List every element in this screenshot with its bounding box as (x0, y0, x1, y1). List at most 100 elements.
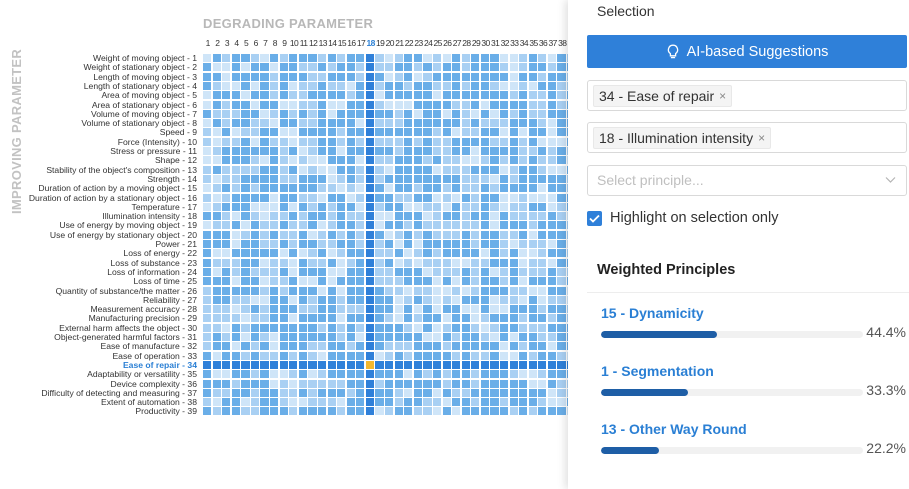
matrix-cell[interactable] (519, 323, 528, 332)
matrix-cell[interactable] (260, 295, 269, 304)
matrix-cell[interactable] (480, 81, 489, 90)
matrix-cell[interactable] (461, 240, 470, 249)
matrix-cell[interactable] (317, 388, 327, 397)
matrix-cell[interactable] (413, 370, 422, 379)
matrix-cell[interactable] (356, 72, 365, 81)
matrix-cell[interactable] (538, 388, 547, 397)
matrix-cell[interactable] (509, 230, 518, 239)
matrix-cell[interactable] (547, 156, 557, 165)
matrix-cell[interactable] (250, 100, 260, 109)
matrix-cell[interactable] (432, 165, 442, 174)
matrix-cell[interactable] (490, 323, 499, 332)
matrix-cell[interactable] (509, 370, 518, 379)
matrix-cell[interactable] (423, 314, 432, 323)
matrix-cell[interactable] (519, 147, 528, 156)
matrix-cell[interactable] (423, 407, 432, 416)
matrix-cell[interactable] (490, 54, 499, 63)
matrix-cell[interactable] (423, 240, 432, 249)
matrix-cell[interactable] (250, 398, 260, 407)
matrix-cell[interactable] (519, 267, 528, 276)
chip-remove-icon[interactable]: × (719, 89, 726, 103)
matrix-cell[interactable] (270, 360, 279, 369)
matrix-cell[interactable] (222, 63, 231, 72)
matrix-cell[interactable] (413, 109, 422, 118)
matrix-cell[interactable] (413, 379, 422, 388)
matrix-cell[interactable] (509, 165, 518, 174)
matrix-cell[interactable] (241, 249, 250, 258)
matrix-cell[interactable] (356, 221, 365, 230)
matrix-cell[interactable] (432, 221, 442, 230)
matrix-cell[interactable] (279, 258, 288, 267)
matrix-cell[interactable] (317, 147, 327, 156)
matrix-cell[interactable] (519, 342, 528, 351)
matrix-cell[interactable] (289, 202, 298, 211)
matrix-cell[interactable] (432, 230, 442, 239)
matrix-cell[interactable] (519, 249, 528, 258)
matrix-cell[interactable] (356, 230, 365, 239)
matrix-cell[interactable] (471, 119, 480, 128)
matrix-cell[interactable] (260, 202, 269, 211)
matrix-cell[interactable] (260, 137, 269, 146)
matrix-cell[interactable] (203, 147, 212, 156)
matrix-cell[interactable] (528, 323, 537, 332)
matrix-cell[interactable] (452, 277, 461, 286)
matrix-cell[interactable] (203, 277, 212, 286)
matrix-cell[interactable] (442, 184, 451, 193)
matrix-cell[interactable] (298, 221, 307, 230)
matrix-cell[interactable] (337, 174, 346, 183)
matrix-cell[interactable] (385, 193, 394, 202)
matrix-cell[interactable] (375, 407, 384, 416)
matrix-cell[interactable] (298, 333, 307, 342)
matrix-cell[interactable] (260, 323, 269, 332)
matrix-cell[interactable] (337, 128, 346, 137)
matrix-cell[interactable] (442, 221, 451, 230)
matrix-cell[interactable] (442, 109, 451, 118)
matrix-cell[interactable] (490, 249, 499, 258)
matrix-cell[interactable] (519, 100, 528, 109)
matrix-cell[interactable] (490, 379, 499, 388)
matrix-cell[interactable] (413, 305, 422, 314)
matrix-cell[interactable] (231, 119, 240, 128)
matrix-cell[interactable] (231, 258, 240, 267)
matrix-cell[interactable] (404, 360, 413, 369)
matrix-cell[interactable] (538, 54, 547, 63)
column-header[interactable]: 32 (500, 38, 510, 48)
matrix-cell[interactable] (327, 379, 336, 388)
matrix-cell[interactable] (356, 147, 365, 156)
matrix-cell[interactable] (499, 221, 509, 230)
matrix-cell[interactable] (212, 72, 221, 81)
matrix-cell[interactable] (385, 286, 394, 295)
matrix-cell[interactable] (490, 128, 499, 137)
matrix-cell[interactable] (404, 230, 413, 239)
matrix-cell[interactable] (547, 91, 557, 100)
matrix-cell[interactable] (452, 202, 461, 211)
matrix-cell[interactable] (231, 323, 240, 332)
matrix-cell[interactable] (327, 230, 336, 239)
column-header[interactable]: 36 (538, 38, 548, 48)
matrix-cell[interactable] (279, 156, 288, 165)
matrix-cell[interactable] (519, 230, 528, 239)
matrix-cell[interactable] (423, 165, 432, 174)
matrix-cell[interactable] (270, 379, 279, 388)
matrix-cell[interactable] (241, 407, 250, 416)
matrix-cell[interactable] (394, 388, 403, 397)
matrix-cell[interactable] (203, 240, 212, 249)
matrix-cell[interactable] (346, 81, 355, 90)
matrix-cell[interactable] (279, 351, 288, 360)
matrix-cell[interactable] (375, 128, 384, 137)
matrix-cell[interactable] (413, 240, 422, 249)
matrix-cell[interactable] (404, 54, 413, 63)
matrix-cell[interactable] (241, 100, 250, 109)
matrix-cell[interactable] (538, 323, 547, 332)
matrix-cell[interactable] (423, 333, 432, 342)
matrix-cell[interactable] (471, 63, 480, 72)
matrix-cell[interactable] (289, 147, 298, 156)
matrix-cell[interactable] (308, 109, 317, 118)
matrix-cell[interactable] (528, 286, 537, 295)
matrix-cell[interactable] (490, 109, 499, 118)
matrix-cell[interactable] (279, 333, 288, 342)
matrix-cell[interactable] (557, 212, 566, 221)
matrix-cell[interactable] (212, 277, 221, 286)
matrix-cell[interactable] (356, 193, 365, 202)
matrix-cell[interactable] (241, 370, 250, 379)
